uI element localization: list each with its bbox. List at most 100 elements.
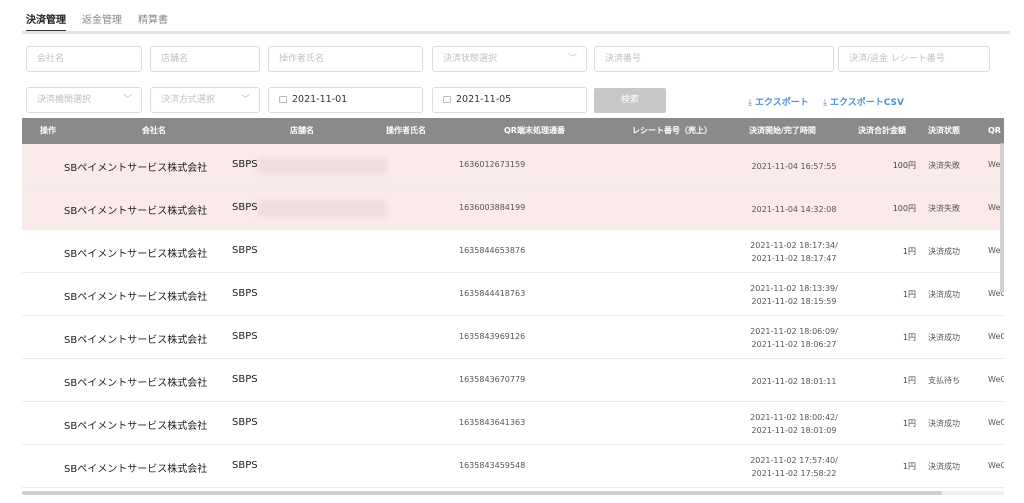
cell-qr-type: WeC	[988, 375, 1004, 384]
cell-store: SBPS	[232, 460, 258, 471]
tab-statement[interactable]: 精算書	[138, 8, 168, 32]
column-header-company: 会社名	[142, 126, 166, 135]
company-name-input[interactable]: 会社名	[26, 46, 142, 72]
date-to-input[interactable]: 2021-11-05	[432, 87, 587, 113]
cell-datetime-start: 2021-11-02 18:17:34/	[750, 241, 838, 250]
date-to-value: 2021-11-05	[456, 94, 512, 105]
cell-amount: 1円	[902, 333, 916, 342]
cell-datetime-end: 2021-11-02 17:58:22	[751, 469, 837, 478]
cell-datetime-start: 2021-11-04 14:32:08	[751, 205, 837, 214]
redacted-region	[257, 201, 387, 217]
cell-qr-number: 1635844418763	[459, 289, 526, 298]
cell-amount: 1円	[902, 247, 916, 256]
cell-datetime-end: 2021-11-02 18:17:47	[751, 254, 837, 263]
cell-qr-number: 1636003884199	[459, 203, 526, 212]
payment-table: 操作 会社名 店舗名 操作者氏名 QR端末処理通番 レシート番号（売上） 決済開…	[22, 118, 1004, 493]
column-header-receipt: レシート番号（売上）	[632, 126, 712, 135]
cell-datetime: 2021-11-04 16:57:55	[724, 160, 864, 173]
column-header-status: 決済状態	[928, 126, 960, 135]
date-from-input[interactable]: 2021-11-01	[268, 87, 423, 113]
payment-device-select[interactable]: 決済機関選択 ﹀	[26, 87, 142, 113]
cell-datetime-start: 2021-11-02 17:57:40/	[750, 456, 838, 465]
cell-company: SBペイメントサービス株式会社	[64, 464, 208, 475]
horizontal-scrollbar-thumb[interactable]	[22, 491, 942, 495]
cell-datetime-end: 2021-11-02 18:06:27	[751, 340, 837, 349]
table-row[interactable]: SBペイメントサービス株式会社 SBPS 1635843459548 2021-11-…	[22, 445, 1004, 488]
cell-datetime-start: 2021-11-02 18:06:09/	[750, 327, 838, 336]
cell-qr-type: WeC	[988, 418, 1004, 427]
horizontal-scrollbar[interactable]	[22, 491, 1004, 495]
payment-method-select[interactable]: 決済方式選択 ﹀	[150, 87, 260, 113]
cell-store: SBPS	[232, 417, 258, 428]
cell-company: SBペイメントサービス株式会社	[64, 421, 208, 432]
table-row[interactable]: SBペイメントサービス株式会社 SBPS 1636003884199 2021-11-…	[22, 187, 1004, 230]
cell-datetime: 2021-11-02 18:13:39/2021-11-02 18:15:59	[724, 282, 864, 308]
download-icon: ⤓	[748, 98, 752, 108]
payment-status-select[interactable]: 決済状態選択 ﹀	[432, 46, 587, 72]
cell-status: 決済成功	[928, 247, 960, 256]
export-label: エクスポート	[754, 98, 809, 108]
tab-refund-management[interactable]: 返金管理	[82, 8, 122, 32]
receipt-number-input[interactable]: 決済/返金 レシート番号	[838, 46, 990, 72]
cell-store: SBPS	[232, 331, 258, 342]
cell-amount: 1円	[902, 419, 916, 428]
table-row[interactable]: SBペイメントサービス株式会社 SBPS 1635844653876 2021-11-…	[22, 230, 1004, 273]
cell-status: 決済成功	[928, 333, 960, 342]
cell-datetime-end: 2021-11-02 18:01:09	[751, 426, 837, 435]
cell-status: 決済成功	[928, 419, 960, 428]
table-row[interactable]: SBペイメントサービス株式会社 SBPS 1635843969126 2021-11-…	[22, 316, 1004, 359]
column-header-qr-number: QR端末処理通番	[504, 126, 565, 135]
download-icon: ⤓	[823, 98, 827, 108]
cell-amount: 1円	[902, 290, 916, 299]
payment-device-select-label: 決済機関選択	[37, 95, 92, 105]
export-csv-link[interactable]: ⤓ エクスポートCSV	[823, 95, 904, 108]
store-name-input[interactable]: 店舗名	[150, 46, 260, 72]
cell-datetime-start: 2021-11-02 18:00:42/	[750, 413, 838, 422]
tab-bar: 決済管理 返金管理 精算書	[26, 8, 184, 32]
column-header-store: 店舗名	[290, 126, 314, 135]
table-row[interactable]: SBペイメントサービス株式会社 SBPS 1636012673159 2021-11-…	[22, 144, 1004, 187]
column-header-action: 操作	[40, 126, 56, 135]
cell-datetime-start: 2021-11-02 18:01:11	[751, 377, 837, 386]
cell-status: 支払待ち	[928, 376, 960, 385]
export-csv-label: エクスポートCSV	[829, 98, 904, 108]
search-button[interactable]: 検索	[594, 88, 666, 113]
cell-qr-type: WeC	[988, 461, 1004, 470]
table-row[interactable]: SBペイメントサービス株式会社 SBPS 1635843670779 2021-11-…	[22, 359, 1004, 402]
operator-name-input[interactable]: 操作者氏名	[268, 46, 423, 72]
cell-company: SBペイメントサービス株式会社	[64, 163, 208, 174]
cell-datetime: 2021-11-02 18:06:09/2021-11-02 18:06:27	[724, 325, 864, 351]
cell-amount: 1円	[902, 376, 916, 385]
cell-amount: 100円	[892, 204, 916, 213]
export-link[interactable]: ⤓ エクスポート	[748, 95, 809, 108]
cell-company: SBペイメントサービス株式会社	[64, 335, 208, 346]
cell-company: SBペイメントサービス株式会社	[64, 378, 208, 389]
cell-datetime: 2021-11-02 18:17:34/2021-11-02 18:17:47	[724, 239, 864, 265]
cell-amount: 100円	[892, 161, 916, 170]
chevron-down-icon: ﹀	[240, 95, 250, 105]
cell-company: SBペイメントサービス株式会社	[64, 292, 208, 303]
column-header-datetime: 決済開始/完了時間	[749, 126, 816, 135]
table-header: 操作 会社名 店舗名 操作者氏名 QR端末処理通番 レシート番号（売上） 決済開…	[22, 118, 1004, 144]
cell-qr-number: 1635843459548	[459, 461, 526, 470]
cell-datetime: 2021-11-04 14:32:08	[724, 203, 864, 216]
cell-datetime: 2021-11-02 18:00:42/2021-11-02 18:01:09	[724, 411, 864, 437]
column-header-qr-type: QR	[988, 126, 1001, 135]
tab-payment-management[interactable]: 決済管理	[26, 8, 66, 32]
cell-company: SBペイメントサービス株式会社	[64, 249, 208, 260]
cell-datetime-start: 2021-11-04 16:57:55	[751, 162, 837, 171]
cell-status: 決済成功	[928, 462, 960, 471]
chevron-down-icon: ﹀	[122, 95, 132, 105]
redacted-region	[257, 158, 387, 174]
table-row[interactable]: SBペイメントサービス株式会社 SBPS 1635843641363 2021-11-…	[22, 402, 1004, 445]
column-header-operator: 操作者氏名	[386, 126, 426, 135]
cell-qr-number: 1635844653876	[459, 246, 526, 255]
column-header-amount: 決済合計金額	[858, 126, 906, 135]
payment-number-input[interactable]: 決済番号	[594, 46, 834, 72]
cell-qr-type: WeC	[988, 332, 1004, 341]
table-row[interactable]: SBペイメントサービス株式会社 SBPS 1635844418763 2021-11-…	[22, 273, 1004, 316]
calendar-icon	[279, 96, 287, 103]
cell-qr-number: 1636012673159	[459, 160, 526, 169]
vertical-scrollbar[interactable]	[1000, 143, 1004, 293]
cell-qr-number: 1635843641363	[459, 418, 526, 427]
